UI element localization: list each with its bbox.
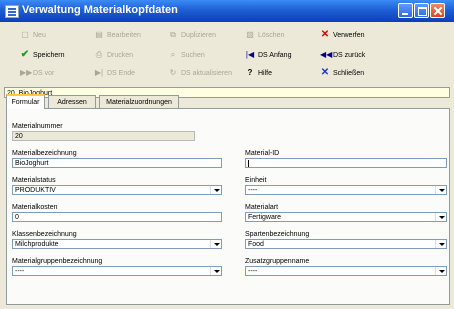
window-titlebar[interactable]: Verwaltung Materialkopfdaten [0, 0, 454, 22]
edit-icon: ▤ [95, 30, 103, 39]
ds-aktualisieren-label: DS aktualisieren [181, 70, 232, 77]
toolbar: ▢ Neu ▤ Bearbeiten ⧉ Duplizieren ▧ Löschen ✕… [0, 22, 454, 88]
search-icon: ⌕ [170, 50, 176, 59]
save-check-icon: ✔ [20, 49, 30, 60]
material-id-input[interactable] [245, 158, 447, 168]
ds-aktualisieren-button[interactable]: ↻ DS aktualisieren [168, 67, 232, 79]
help-icon: ? [247, 68, 253, 77]
duplizieren-label: Duplizieren [181, 32, 217, 39]
close-x-icon: ✕ [320, 67, 330, 78]
previous-record-icon: ◀◀ [320, 50, 333, 59]
ds-ende-button[interactable]: ▶| DS Ende [94, 67, 135, 79]
zusatzgruppenname-value: ---- [248, 268, 258, 275]
einheit-value: ---- [248, 187, 258, 194]
delete-icon: ▧ [246, 30, 254, 39]
new-document-icon: ▢ [21, 30, 29, 39]
ds-ende-label: DS Ende [107, 70, 136, 77]
ds-anfang-label: DS Anfang [258, 52, 292, 59]
bearbeiten-label: Bearbeiten [107, 32, 141, 39]
refresh-icon: ↻ [169, 68, 177, 77]
ds-vor-button[interactable]: ▶▶DS vor [20, 67, 54, 79]
duplizieren-button[interactable]: ⧉ Duplizieren [168, 29, 216, 41]
next-record-icon: ▶▶ [20, 68, 33, 77]
drucken-label: Drucken [107, 52, 134, 59]
hilfe-label: Hilfe [258, 70, 273, 77]
form-panel: Materialnummer 20 Materialbezeichnung Bi… [6, 108, 450, 305]
materialart-value: Fertigware [248, 214, 282, 221]
tab-adressen[interactable]: Adressen [48, 95, 96, 108]
zusatzgruppenname-label: Zusatzgruppenname [245, 258, 310, 265]
materialgruppenbezeichnung-label: Materialgruppenbezeichnung [12, 258, 103, 265]
suchen-button[interactable]: ⌕ Suchen [168, 49, 205, 61]
spartenbezeichnung-label: Spartenbezeichnung [245, 231, 310, 238]
klassenbezeichnung-value: Milchprodukte [15, 241, 59, 248]
neu-button[interactable]: ▢ Neu [20, 29, 46, 41]
schliessen-button[interactable]: ✕ Schließen [320, 67, 364, 79]
einheit-select[interactable]: ---- [245, 185, 447, 195]
tab-formular[interactable]: Formular [6, 94, 45, 109]
print-icon: ⎙ [95, 50, 103, 59]
chevron-down-icon[interactable] [435, 186, 446, 194]
tab-materialzuordnungen[interactable]: Materialzuordnungen [99, 95, 179, 108]
materialgruppenbezeichnung-select[interactable]: ---- [12, 266, 222, 276]
klassenbezeichnung-label: Klassenbezeichnung [12, 231, 77, 238]
klassenbezeichnung-select[interactable]: Milchprodukte [12, 239, 222, 249]
bearbeiten-button[interactable]: ▤ Bearbeiten [94, 29, 141, 41]
spartenbezeichnung-select[interactable]: Food [245, 239, 447, 249]
verwerfen-button[interactable]: ✕ Verwerfen [320, 29, 365, 41]
materialkosten-input[interactable]: 0 [12, 212, 222, 222]
zusatzgruppenname-select[interactable]: ---- [245, 266, 447, 276]
app-icon [5, 5, 19, 18]
ds-vor-label: DS vor [33, 70, 55, 77]
materialnummer-field: 20 [12, 131, 195, 141]
neu-label: Neu [33, 32, 46, 39]
materialstatus-value: PRODUKTIV [15, 187, 56, 194]
discard-x-icon: ✕ [320, 29, 330, 40]
chevron-down-icon[interactable] [435, 213, 446, 221]
first-record-icon: |◀ [245, 50, 255, 59]
chevron-down-icon[interactable] [210, 240, 221, 248]
ds-anfang-button[interactable]: |◀ DS Anfang [245, 49, 292, 61]
materialgruppenbezeichnung-value: ---- [15, 268, 25, 275]
spartenbezeichnung-value: Food [248, 241, 264, 248]
material-id-label: Material-ID [245, 150, 280, 157]
suchen-label: Suchen [181, 52, 205, 59]
speichern-label: Speichern [33, 52, 65, 59]
minimize-button[interactable] [398, 3, 413, 18]
loeschen-button[interactable]: ▧ Löschen [245, 29, 284, 41]
ds-zurueck-button[interactable]: ◀◀DS zurück [320, 49, 365, 61]
text-cursor [248, 160, 249, 167]
verwerfen-label: Verwerfen [333, 32, 365, 39]
einheit-label: Einheit [245, 177, 267, 184]
materialart-select[interactable]: Fertigware [245, 212, 447, 222]
schliessen-label: Schließen [333, 70, 365, 77]
materialbezeichnung-label: Materialbezeichnung [12, 150, 77, 157]
maximize-button[interactable] [414, 3, 429, 18]
chevron-down-icon[interactable] [435, 240, 446, 248]
ds-zurueck-label: DS zurück [333, 52, 366, 59]
drucken-button[interactable]: ⎙ Drucken [94, 49, 133, 61]
chevron-down-icon[interactable] [210, 267, 221, 275]
window-title: Verwaltung Materialkopfdaten [22, 4, 178, 16]
chevron-down-icon[interactable] [210, 186, 221, 194]
duplicate-icon: ⧉ [170, 30, 176, 39]
hilfe-button[interactable]: ? Hilfe [245, 67, 272, 79]
materialstatus-label: Materialstatus [12, 177, 56, 184]
materialnummer-label: Materialnummer [12, 123, 63, 130]
materialbezeichnung-input[interactable]: BioJoghurt [12, 158, 222, 168]
materialkosten-label: Materialkosten [12, 204, 58, 211]
last-record-icon: ▶| [94, 68, 104, 77]
speichern-button[interactable]: ✔ Speichern [20, 49, 65, 61]
loeschen-label: Löschen [258, 32, 285, 39]
close-window-button[interactable] [430, 3, 445, 18]
chevron-down-icon[interactable] [435, 267, 446, 275]
materialstatus-select[interactable]: PRODUKTIV [12, 185, 222, 195]
materialart-label: Materialart [245, 204, 279, 211]
